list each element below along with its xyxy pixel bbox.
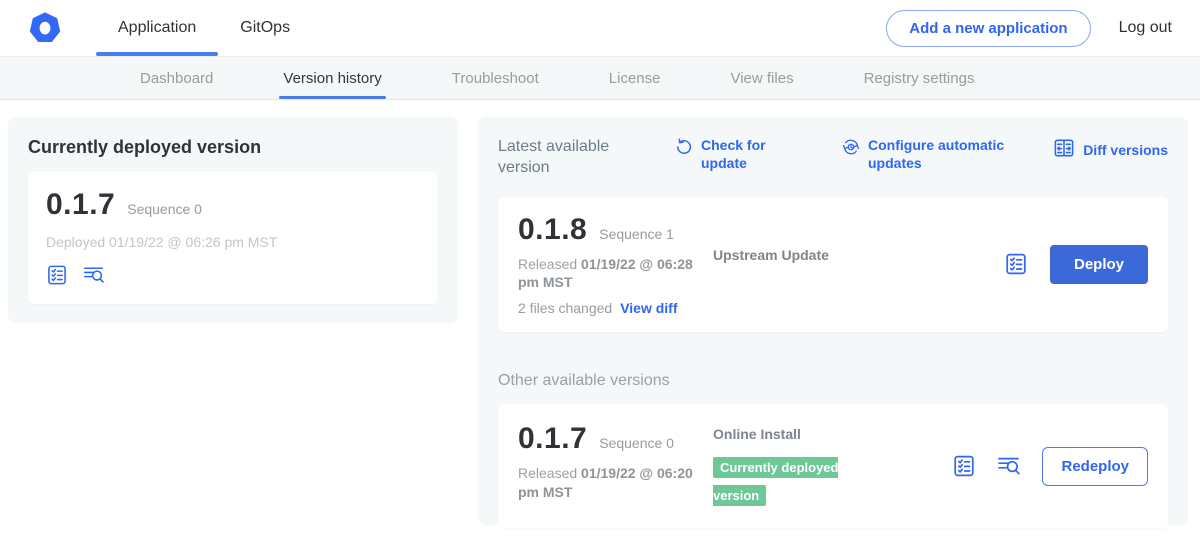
other-version-number: 0.1.7 — [518, 422, 587, 456]
deployed-version-number: 0.1.7 — [46, 188, 115, 222]
top-navbar: Application GitOps Add a new application… — [0, 0, 1200, 57]
add-application-button[interactable]: Add a new application — [886, 10, 1090, 47]
check-for-update-button[interactable]: Check for update — [674, 137, 783, 172]
app-logo-icon — [28, 0, 62, 56]
main-content: Currently deployed version 0.1.7 Sequenc… — [0, 100, 1200, 536]
deploy-logs-icon[interactable] — [996, 454, 1022, 478]
tab-license[interactable]: License — [609, 57, 661, 99]
deploy-logs-icon[interactable] — [82, 264, 106, 286]
logout-link[interactable]: Log out — [1119, 19, 1172, 37]
deploy-button[interactable]: Deploy — [1050, 245, 1148, 284]
tab-gitops-label: GitOps — [240, 19, 290, 37]
currently-deployed-title: Currently deployed version — [28, 137, 438, 158]
latest-version-card: 0.1.8 Sequence 1 Released 01/19/22 @ 06:… — [498, 197, 1168, 333]
app-subnav: Dashboard Version history Troubleshoot L… — [0, 57, 1200, 100]
refresh-icon — [674, 137, 694, 162]
other-source-label: Online Install — [713, 426, 801, 442]
tab-gitops[interactable]: GitOps — [218, 0, 312, 56]
other-versions-heading: Other available versions — [498, 372, 1168, 390]
deployed-timestamp: Deployed 01/19/22 @ 06:26 pm MST — [46, 234, 420, 250]
diff-columns-icon — [1052, 137, 1076, 164]
preflight-checklist-icon[interactable] — [46, 264, 68, 286]
currently-deployed-badge: Currently deployed version — [713, 457, 838, 506]
available-versions-panel: Latest available version Check for updat… — [478, 117, 1188, 525]
tab-view-files[interactable]: View files — [730, 57, 793, 99]
view-diff-link[interactable]: View diff — [620, 300, 677, 316]
topnav-right: Add a new application Log out — [886, 0, 1172, 56]
preflight-checklist-icon[interactable] — [952, 454, 976, 478]
tab-registry-settings[interactable]: Registry settings — [864, 57, 975, 99]
latest-available-title: Latest available version — [498, 137, 626, 179]
redeploy-button[interactable]: Redeploy — [1042, 447, 1148, 486]
top-tabs: Application GitOps — [96, 0, 312, 56]
configure-automatic-updates-button[interactable]: Configure automatic updates — [841, 137, 1018, 172]
deployed-version-card: 0.1.7 Sequence 0 Deployed 01/19/22 @ 06:… — [28, 172, 438, 304]
available-panel-header: Latest available version Check for updat… — [498, 137, 1168, 179]
deployed-sequence-label: Sequence 0 — [127, 201, 202, 217]
files-changed-label: 2 files changed — [518, 300, 612, 316]
active-tab-underline — [96, 52, 218, 56]
preflight-checklist-icon[interactable] — [1004, 252, 1028, 276]
other-version-card: 0.1.7 Sequence 0 Released 01/19/22 @ 06:… — [498, 404, 1168, 528]
tab-troubleshoot[interactable]: Troubleshoot — [452, 57, 539, 99]
diff-versions-button[interactable]: Diff versions — [1052, 137, 1168, 164]
latest-released-timestamp: Released 01/19/22 @ 06:28 pm MST — [518, 255, 713, 293]
tab-application[interactable]: Application — [96, 0, 218, 56]
latest-sequence-label: Sequence 1 — [599, 226, 674, 242]
other-sequence-label: Sequence 0 — [599, 435, 674, 451]
active-subtab-underline — [279, 96, 385, 99]
tab-dashboard[interactable]: Dashboard — [140, 57, 213, 99]
currently-deployed-panel: Currently deployed version 0.1.7 Sequenc… — [8, 117, 458, 323]
tab-version-history[interactable]: Version history — [283, 57, 381, 99]
tab-application-label: Application — [118, 19, 196, 37]
other-released-timestamp: Released 01/19/22 @ 06:20 pm MST — [518, 464, 713, 502]
auto-update-schedule-icon — [841, 137, 861, 162]
latest-version-number: 0.1.8 — [518, 213, 587, 247]
latest-source-label: Upstream Update — [713, 247, 829, 263]
